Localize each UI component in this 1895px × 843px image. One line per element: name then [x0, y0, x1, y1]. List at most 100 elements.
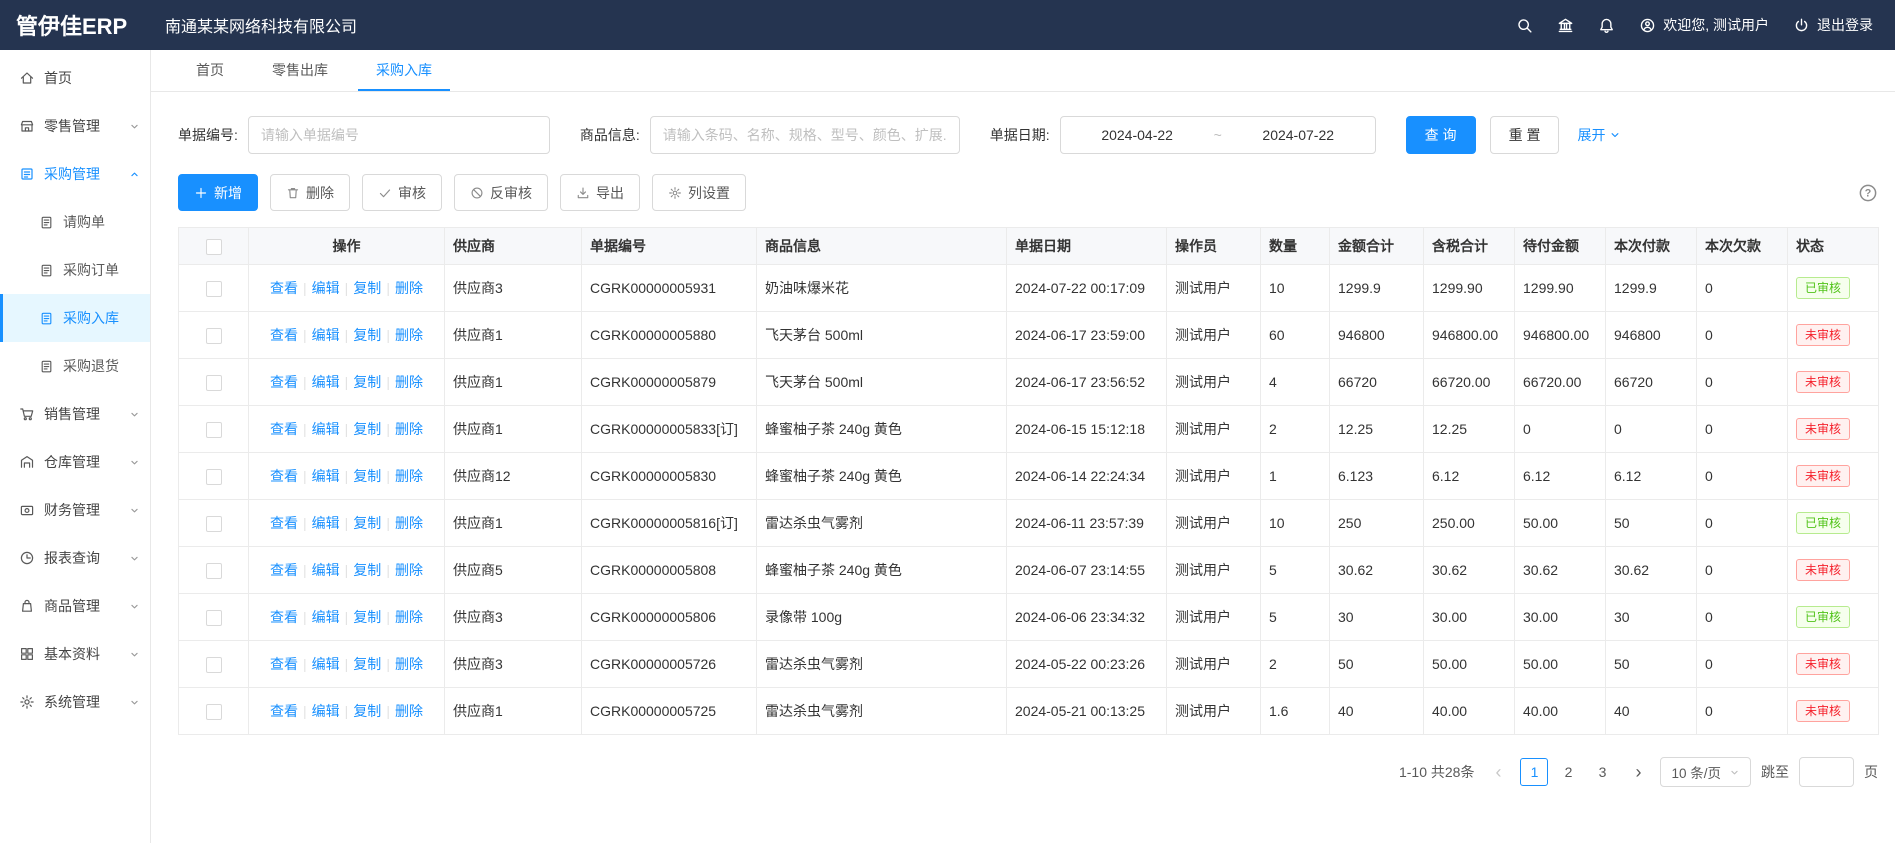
- reset-button[interactable]: 重 置: [1490, 116, 1560, 154]
- warehouse-icon: [19, 454, 35, 470]
- sidebar-subitem-purchase-inbound[interactable]: 采购入库: [0, 294, 150, 342]
- row-edit-link[interactable]: 编辑: [312, 515, 340, 531]
- row-copy-link[interactable]: 复制: [353, 609, 381, 625]
- logout-button[interactable]: 退出登录: [1793, 15, 1873, 35]
- row-checkbox[interactable]: [206, 469, 222, 485]
- cell-debt: 0: [1697, 265, 1788, 312]
- expand-toggle[interactable]: 展开: [1577, 125, 1621, 145]
- row-edit-link[interactable]: 编辑: [312, 656, 340, 672]
- row-edit-link[interactable]: 编辑: [312, 703, 340, 719]
- sidebar-item-goods[interactable]: 商品管理: [0, 582, 150, 630]
- row-checkbox[interactable]: [206, 563, 222, 579]
- cell-product-info: 蜂蜜柚子茶 240g 黄色: [757, 547, 1007, 594]
- cell-amount-total: 30: [1330, 594, 1424, 641]
- sidebar-item-reports[interactable]: 报表查询: [0, 534, 150, 582]
- sidebar-subitem-purchase-request[interactable]: 请购单: [0, 198, 150, 246]
- row-copy-link[interactable]: 复制: [353, 515, 381, 531]
- export-button[interactable]: 导出: [560, 174, 640, 211]
- row-delete-link[interactable]: 删除: [395, 562, 423, 578]
- row-view-link[interactable]: 查看: [270, 280, 298, 296]
- row-checkbox[interactable]: [206, 281, 222, 297]
- audit-button[interactable]: 审核: [362, 174, 442, 211]
- row-delete-link[interactable]: 删除: [395, 280, 423, 296]
- row-delete-link[interactable]: 删除: [395, 468, 423, 484]
- row-delete-link[interactable]: 删除: [395, 327, 423, 343]
- row-copy-link[interactable]: 复制: [353, 468, 381, 484]
- platform-button[interactable]: [1557, 17, 1574, 34]
- row-view-link[interactable]: 查看: [270, 515, 298, 531]
- row-edit-link[interactable]: 编辑: [312, 374, 340, 390]
- row-checkbox[interactable]: [206, 375, 222, 391]
- product-info-input[interactable]: [650, 116, 960, 154]
- row-view-link[interactable]: 查看: [270, 703, 298, 719]
- row-edit-link[interactable]: 编辑: [312, 421, 340, 437]
- sidebar-item-basic-data[interactable]: 基本资料: [0, 630, 150, 678]
- page-size-select[interactable]: 10 条/页: [1660, 757, 1751, 787]
- row-view-link[interactable]: 查看: [270, 656, 298, 672]
- row-edit-link[interactable]: 编辑: [312, 468, 340, 484]
- row-copy-link[interactable]: 复制: [353, 656, 381, 672]
- notifications-button[interactable]: [1598, 17, 1615, 34]
- bill-no-input[interactable]: [248, 116, 550, 154]
- delete-button[interactable]: 删除: [270, 174, 350, 211]
- tab-purchase-inbound[interactable]: 采购入库: [358, 50, 450, 91]
- jump-to-input[interactable]: [1799, 757, 1854, 787]
- sidebar-item-retail[interactable]: 零售管理: [0, 102, 150, 150]
- row-copy-link[interactable]: 复制: [353, 374, 381, 390]
- row-checkbox[interactable]: [206, 328, 222, 344]
- help-button[interactable]: ?: [1858, 183, 1878, 203]
- row-copy-link[interactable]: 复制: [353, 703, 381, 719]
- row-edit-link[interactable]: 编辑: [312, 562, 340, 578]
- row-checkbox[interactable]: [206, 704, 222, 720]
- row-view-link[interactable]: 查看: [270, 562, 298, 578]
- welcome-user[interactable]: 欢迎您, 测试用户: [1639, 15, 1769, 35]
- row-edit-link[interactable]: 编辑: [312, 609, 340, 625]
- tab-retail-outbound[interactable]: 零售出库: [254, 50, 346, 91]
- page-button-2[interactable]: 2: [1554, 758, 1582, 786]
- row-checkbox[interactable]: [206, 516, 222, 532]
- row-checkbox[interactable]: [206, 657, 222, 673]
- row-view-link[interactable]: 查看: [270, 421, 298, 437]
- sidebar-subitem-purchase-order[interactable]: 采购订单: [0, 246, 150, 294]
- sidebar-item-warehouse[interactable]: 仓库管理: [0, 438, 150, 486]
- sidebar-subitem-purchase-return[interactable]: 采购退货: [0, 342, 150, 390]
- column-settings-button[interactable]: 列设置: [652, 174, 746, 211]
- row-delete-link[interactable]: 删除: [395, 374, 423, 390]
- sidebar-item-sales[interactable]: 销售管理: [0, 390, 150, 438]
- add-button[interactable]: 新增: [178, 174, 258, 211]
- select-all-checkbox[interactable]: [206, 239, 222, 255]
- search-button[interactable]: 查 询: [1406, 116, 1476, 154]
- date-to-value[interactable]: 2024-07-22: [1222, 127, 1375, 143]
- search-button[interactable]: [1516, 17, 1533, 34]
- prev-page-button[interactable]: ‹: [1486, 758, 1510, 786]
- row-checkbox[interactable]: [206, 610, 222, 626]
- row-copy-link[interactable]: 复制: [353, 280, 381, 296]
- sidebar-item-home[interactable]: 首页: [0, 54, 150, 102]
- sidebar-item-system[interactable]: 系统管理: [0, 678, 150, 726]
- tab-home[interactable]: 首页: [178, 50, 242, 91]
- row-delete-link[interactable]: 删除: [395, 656, 423, 672]
- sidebar-item-purchase[interactable]: 采购管理: [0, 150, 150, 198]
- next-page-button[interactable]: ›: [1626, 758, 1650, 786]
- sidebar-item-finance[interactable]: 财务管理: [0, 486, 150, 534]
- page-button-1[interactable]: 1: [1520, 758, 1548, 786]
- date-range-picker[interactable]: 2024-04-22 ~ 2024-07-22: [1060, 116, 1376, 154]
- row-copy-link[interactable]: 复制: [353, 327, 381, 343]
- unaudit-button[interactable]: 反审核: [454, 174, 548, 211]
- row-checkbox[interactable]: [206, 422, 222, 438]
- row-copy-link[interactable]: 复制: [353, 562, 381, 578]
- row-view-link[interactable]: 查看: [270, 609, 298, 625]
- row-delete-link[interactable]: 删除: [395, 703, 423, 719]
- row-edit-link[interactable]: 编辑: [312, 327, 340, 343]
- date-from-value[interactable]: 2024-04-22: [1061, 127, 1214, 143]
- row-edit-link[interactable]: 编辑: [312, 280, 340, 296]
- row-view-link[interactable]: 查看: [270, 327, 298, 343]
- row-view-link[interactable]: 查看: [270, 374, 298, 390]
- row-copy-link[interactable]: 复制: [353, 421, 381, 437]
- row-delete-link[interactable]: 删除: [395, 515, 423, 531]
- row-delete-link[interactable]: 删除: [395, 609, 423, 625]
- row-delete-link[interactable]: 删除: [395, 421, 423, 437]
- page-button-3[interactable]: 3: [1588, 758, 1616, 786]
- button-label: 列设置: [688, 183, 730, 203]
- row-view-link[interactable]: 查看: [270, 468, 298, 484]
